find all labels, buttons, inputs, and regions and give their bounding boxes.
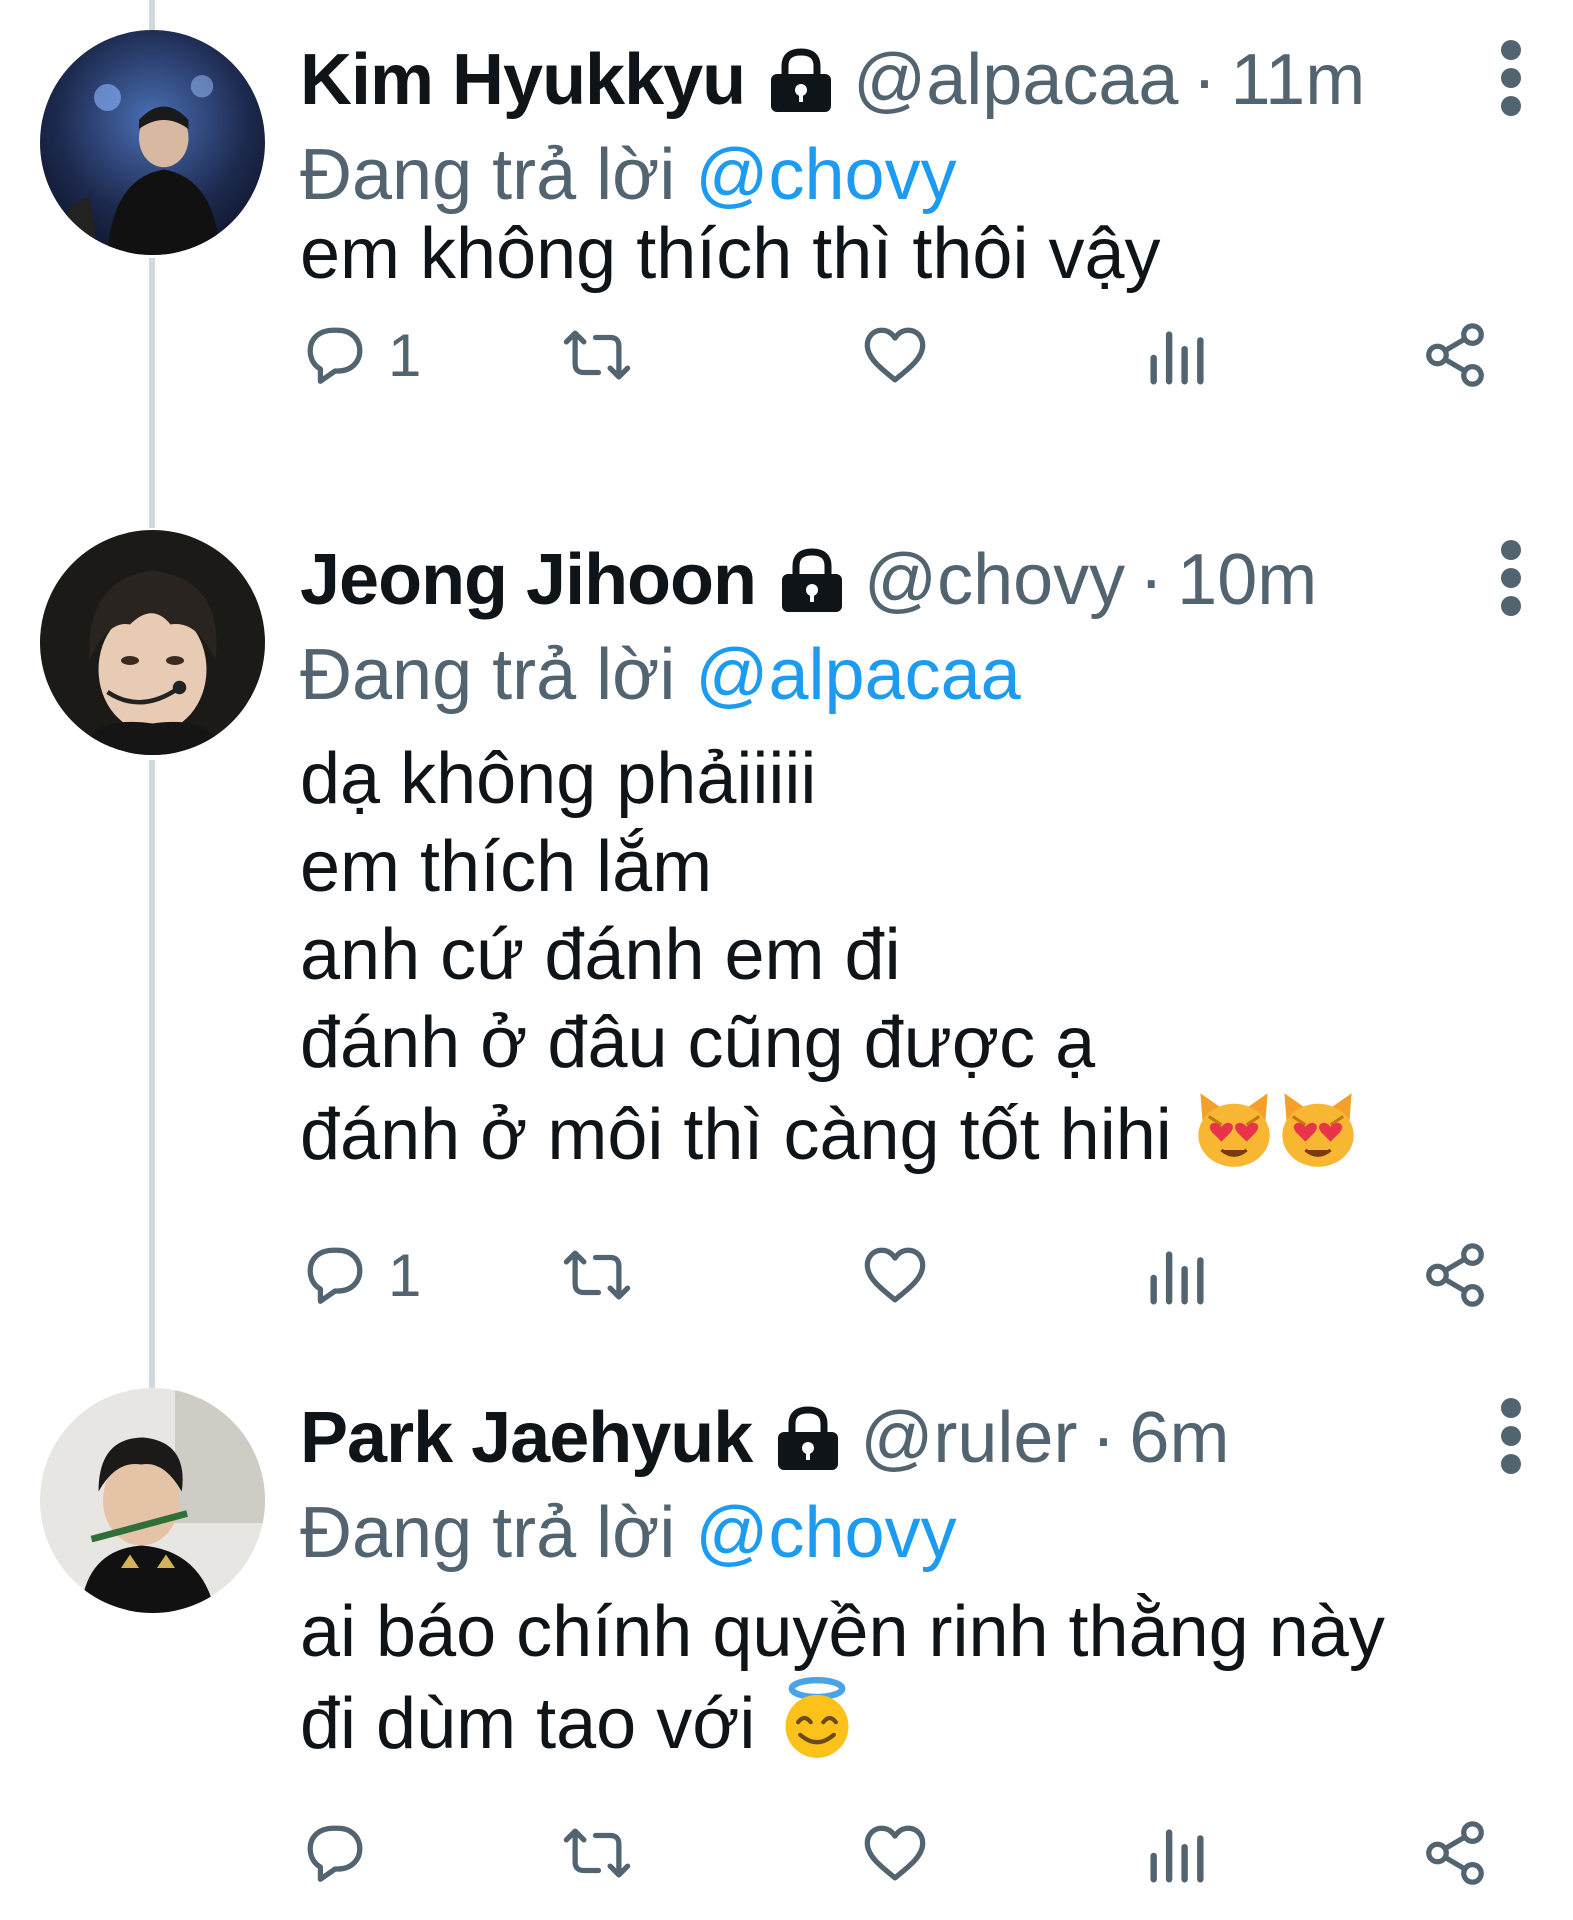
replying-to-label: Đang trả lời [300,1493,676,1573]
halo-smile-emoji [775,1676,859,1760]
retweet-button[interactable] [562,315,632,395]
reply-count: 1 [388,321,422,389]
avatar-photo [40,530,265,755]
reply-count: 1 [388,1241,422,1309]
share-icon [1426,1243,1484,1307]
views-icon [1150,1251,1204,1305]
tweet[interactable]: Park Jaehyuk @ruler · 6m Đang trả lời @c… [0,1388,1573,1908]
retweet-icon [563,330,631,380]
action-bar: 1 [300,1235,1500,1315]
lock-icon [768,1404,848,1472]
tweet-text-line-with-emoji: đánh ở môi thì càng tốt hihi [300,1087,1530,1179]
share-button[interactable] [1420,1235,1490,1315]
tweet-text-line: em thích lắm [300,827,713,907]
handle[interactable]: @chovy [864,530,1125,630]
views-button[interactable] [1142,1813,1212,1893]
retweet-icon [563,1250,631,1300]
retweet-icon [563,1828,631,1878]
like-button[interactable] [860,1813,930,1893]
tweet[interactable]: Kim Hyukkyu @alpacaa · 11m Đang trả lời … [0,30,1573,500]
share-button[interactable] [1420,315,1490,395]
share-icon [1426,1821,1484,1885]
display-name[interactable]: Kim Hyukkyu [300,30,746,130]
display-name[interactable]: Jeong Jihoon [300,530,757,630]
tweet-text-line: đánh ở môi thì càng tốt hihi [300,1095,1172,1175]
heart-eyes-cat-emoji [1276,1087,1360,1171]
timestamp[interactable]: 10m [1177,530,1317,630]
avatar[interactable] [40,30,265,255]
reply-button[interactable] [300,1813,388,1893]
replying-to: Đang trả lời @alpacaa [300,630,1021,720]
tweet-text-line: anh cứ đánh em đi [300,915,901,995]
tweet-text-line: đi dùm tao với [300,1684,756,1764]
lock-icon [761,46,841,114]
avatar-photo [40,1388,265,1613]
retweet-button[interactable] [562,1235,632,1315]
like-icon [864,1247,926,1303]
retweet-button[interactable] [562,1813,632,1893]
reply-icon [307,1247,363,1304]
tweet-header: Kim Hyukkyu @alpacaa · 11m [300,30,1365,130]
avatar-photo [40,30,265,255]
tweet-header: Jeong Jihoon @chovy · 10m [300,530,1317,630]
display-name[interactable]: Park Jaehyuk [300,1388,753,1488]
views-icon [1150,331,1204,385]
handle[interactable]: @ruler [860,1388,1077,1488]
tweet-text-line: em không thích thì thôi vậy [300,214,1161,294]
share-button[interactable] [1420,1813,1490,1893]
separator-dot: · [1091,1398,1116,1478]
reply-icon [307,327,363,384]
views-icon [1150,1829,1204,1883]
timestamp[interactable]: 11m [1230,30,1365,130]
replying-to: Đang trả lời @chovy [300,1488,957,1578]
tweet-text-line: dạ không phảiiiii [300,739,817,819]
views-button[interactable] [1142,1235,1212,1315]
more-options-icon[interactable] [1499,1396,1523,1476]
reply-button[interactable]: 1 [300,1235,421,1315]
handle[interactable]: @alpacaa [853,30,1178,130]
action-bar [300,1813,1500,1893]
like-button[interactable] [860,315,930,395]
avatar[interactable] [40,530,265,755]
lock-icon [772,546,852,614]
tweet-text: ai báo chính quyền rinh thằng này đi dùm… [300,1588,1530,1768]
reply-icon [307,1825,363,1882]
like-icon [864,1825,926,1881]
share-icon [1426,323,1484,387]
heart-eyes-cat-emoji [1192,1087,1276,1171]
tweet-header: Park Jaehyuk @ruler · 6m [300,1388,1229,1488]
like-button[interactable] [860,1235,930,1315]
like-icon [864,327,926,383]
tweet-text-line-with-emoji: đi dùm tao với [300,1676,1530,1768]
tweet-text: em không thích thì thôi vậy [300,210,1530,298]
views-button[interactable] [1142,315,1212,395]
more-options-icon[interactable] [1499,38,1523,118]
thread-line [149,0,155,30]
mention-link[interactable]: @alpacaa [695,635,1020,715]
action-bar: 1 [300,315,1500,395]
replying-to-label: Đang trả lời [300,635,676,715]
tweet[interactable]: Jeong Jihoon @chovy · 10m Đang trả lời @… [0,530,1573,1350]
tweet-text: dạ không phảiiiii em thích lắm anh cứ đá… [300,735,1530,1179]
replying-to-label: Đang trả lời [300,135,676,215]
more-options-icon[interactable] [1499,538,1523,618]
reply-button[interactable]: 1 [300,315,421,395]
avatar[interactable] [40,1388,265,1613]
tweet-text-line: ai báo chính quyền rinh thằng này [300,1592,1385,1672]
mention-link[interactable]: @chovy [695,135,956,215]
timestamp[interactable]: 6m [1129,1388,1229,1488]
separator-dot: · [1139,540,1164,620]
separator-dot: · [1192,40,1217,120]
tweet-text-line: đánh ở đâu cũng được ạ [300,1003,1096,1083]
replying-to: Đang trả lời @chovy [300,130,957,220]
mention-link[interactable]: @chovy [695,1493,956,1573]
